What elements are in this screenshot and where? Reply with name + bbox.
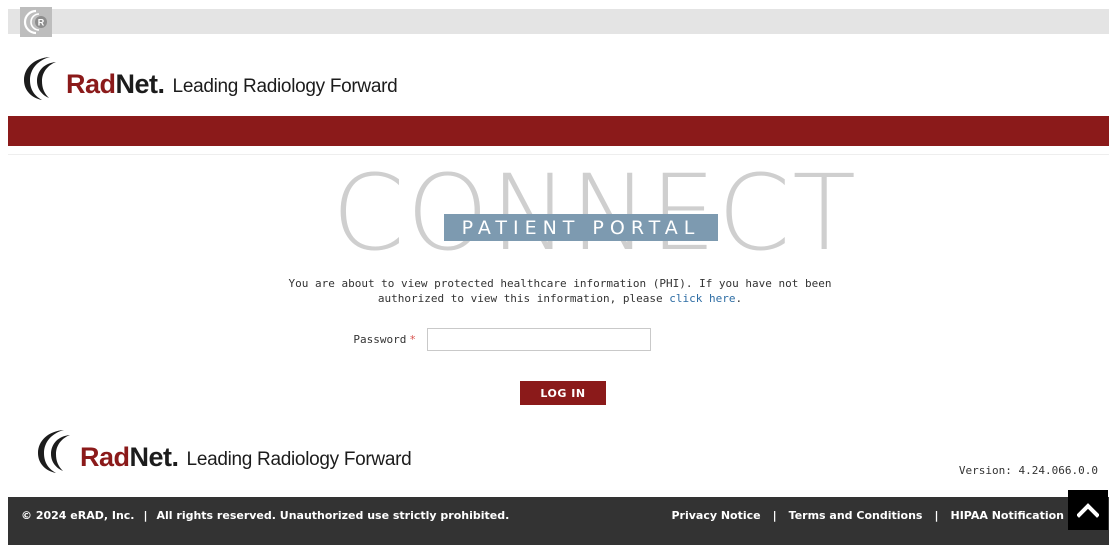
login-button[interactable]: LOG IN [520,381,606,405]
header-band [8,116,1109,146]
footer-separator: | [772,509,777,522]
rights-text: All rights reserved. Unauthorized use st… [156,509,510,522]
radnet-swoosh-icon [24,57,56,100]
brand-tagline: Leading Radiology Forward [172,76,398,97]
brand-tagline: Leading Radiology Forward [186,449,412,470]
brand-name: RadNet. [66,69,165,99]
version-label: Version: 4.24.066.0.0 [958,464,1098,477]
footer-logo[interactable]: RadNet. Leading Radiology Forward [34,425,412,475]
radnet-r-icon[interactable]: R [20,7,52,37]
footer-links: Privacy Notice | Terms and Conditions | HIPA… [671,509,1064,522]
footer-legal: © 2024 eRAD, Inc. | All rights reserved. U… [21,509,509,522]
hipaa-notification-link[interactable]: HIPAA Notification [950,509,1064,522]
copyright-text: © 2024 eRAD, Inc. [21,509,135,522]
radnet-swoosh-icon [38,430,70,473]
top-bar: R [8,7,1109,37]
footer-separator: | [143,509,148,522]
phi-notice-text: You are about to view protected healthca… [288,277,832,305]
terms-link[interactable]: Terms and Conditions [789,509,923,522]
header-logo[interactable]: RadNet. Leading Radiology Forward [20,52,398,102]
footer-separator: | [934,509,939,522]
password-input[interactable] [427,328,651,351]
privacy-notice-link[interactable]: Privacy Notice [671,509,760,522]
click-here-link[interactable]: click here [669,292,735,305]
patient-portal-label: PATIENT PORTAL [444,214,718,241]
scroll-to-top-button[interactable] [1068,490,1108,530]
phi-notice-end: . [735,292,743,305]
svg-text:R: R [38,18,45,28]
connect-logo-text: CONNECT [332,152,858,274]
footer-bar: © 2024 eRAD, Inc. | All rights reserved. U… [8,497,1109,545]
required-asterisk: * [409,333,416,346]
password-label: Password * [353,333,416,346]
phi-notice: You are about to view protected healthca… [270,276,850,306]
chevron-up-icon [1077,503,1099,518]
brand-name: RadNet. [80,442,179,472]
